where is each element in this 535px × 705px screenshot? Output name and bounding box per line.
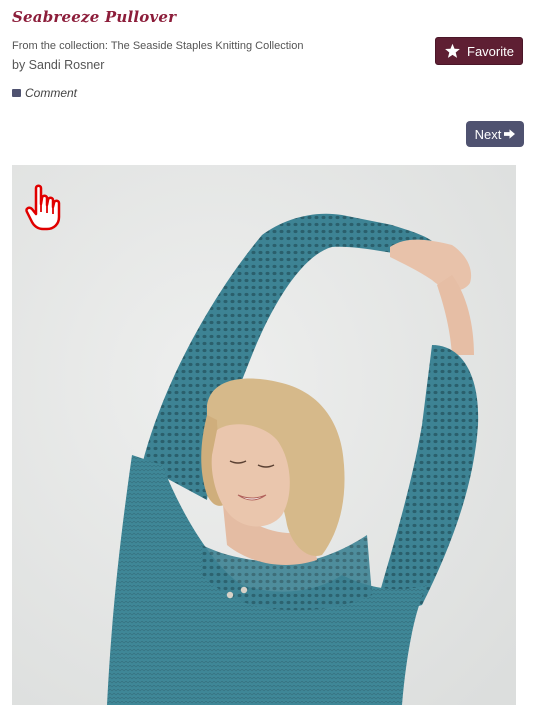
author-line: by Sandi Rosner bbox=[12, 58, 105, 72]
pattern-title: Seabreeze Pullover bbox=[12, 8, 177, 26]
next-label: Next bbox=[474, 126, 502, 142]
star-icon bbox=[444, 43, 461, 59]
arrow-right-icon bbox=[504, 127, 516, 142]
comment-link[interactable]: Comment bbox=[12, 86, 77, 100]
comment-icon bbox=[12, 89, 21, 97]
favorite-label: Favorite bbox=[467, 43, 514, 59]
pattern-photo[interactable] bbox=[12, 165, 516, 705]
favorite-button[interactable]: Favorite bbox=[435, 37, 523, 65]
collection-line: From the collection: The Seaside Staples… bbox=[12, 40, 304, 52]
next-button[interactable]: Next bbox=[466, 121, 524, 147]
comment-label: Comment bbox=[25, 86, 78, 100]
hand-pointer-icon bbox=[24, 184, 70, 237]
